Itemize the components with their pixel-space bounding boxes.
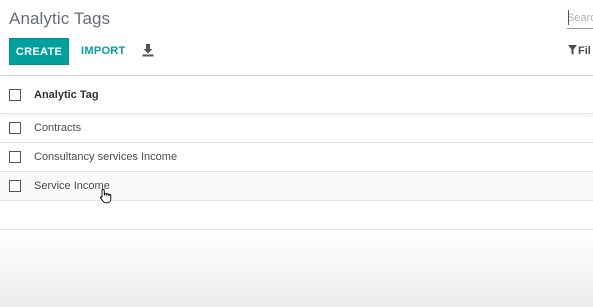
list-footer-area	[0, 232, 593, 307]
table-row[interactable]: Service Income	[0, 172, 593, 201]
tag-name-cell: Contracts	[34, 122, 82, 134]
search-input[interactable]	[567, 12, 593, 24]
create-button[interactable]: CREATE	[9, 38, 69, 65]
hand-pointer-icon	[98, 188, 114, 204]
text-cursor	[568, 10, 569, 25]
select-all-checkbox[interactable]	[9, 89, 21, 101]
table-row[interactable]: Consultancy services Income	[0, 143, 593, 172]
empty-row	[0, 201, 593, 230]
row-checkbox[interactable]	[9, 122, 21, 134]
filters-button[interactable]: Fil	[568, 45, 591, 57]
list-header: Analytic Tag	[0, 76, 593, 114]
page-title: Analytic Tags	[9, 9, 111, 28]
download-icon[interactable]	[142, 43, 154, 57]
list-view: Analytic Tag Contracts Consultancy servi…	[0, 76, 593, 230]
filters-label: Fil	[578, 45, 591, 57]
tag-name-cell: Consultancy services Income	[34, 151, 178, 163]
search-box[interactable]	[567, 8, 593, 29]
control-panel: Analytic Tags CREATE IMPORT Fil	[0, 0, 593, 76]
row-checkbox[interactable]	[9, 151, 21, 163]
filter-icon	[568, 45, 577, 55]
row-checkbox[interactable]	[9, 180, 21, 192]
table-row[interactable]: Contracts	[0, 114, 593, 143]
column-header-analytic-tag[interactable]: Analytic Tag	[34, 89, 99, 101]
import-button[interactable]: IMPORT	[81, 45, 126, 57]
